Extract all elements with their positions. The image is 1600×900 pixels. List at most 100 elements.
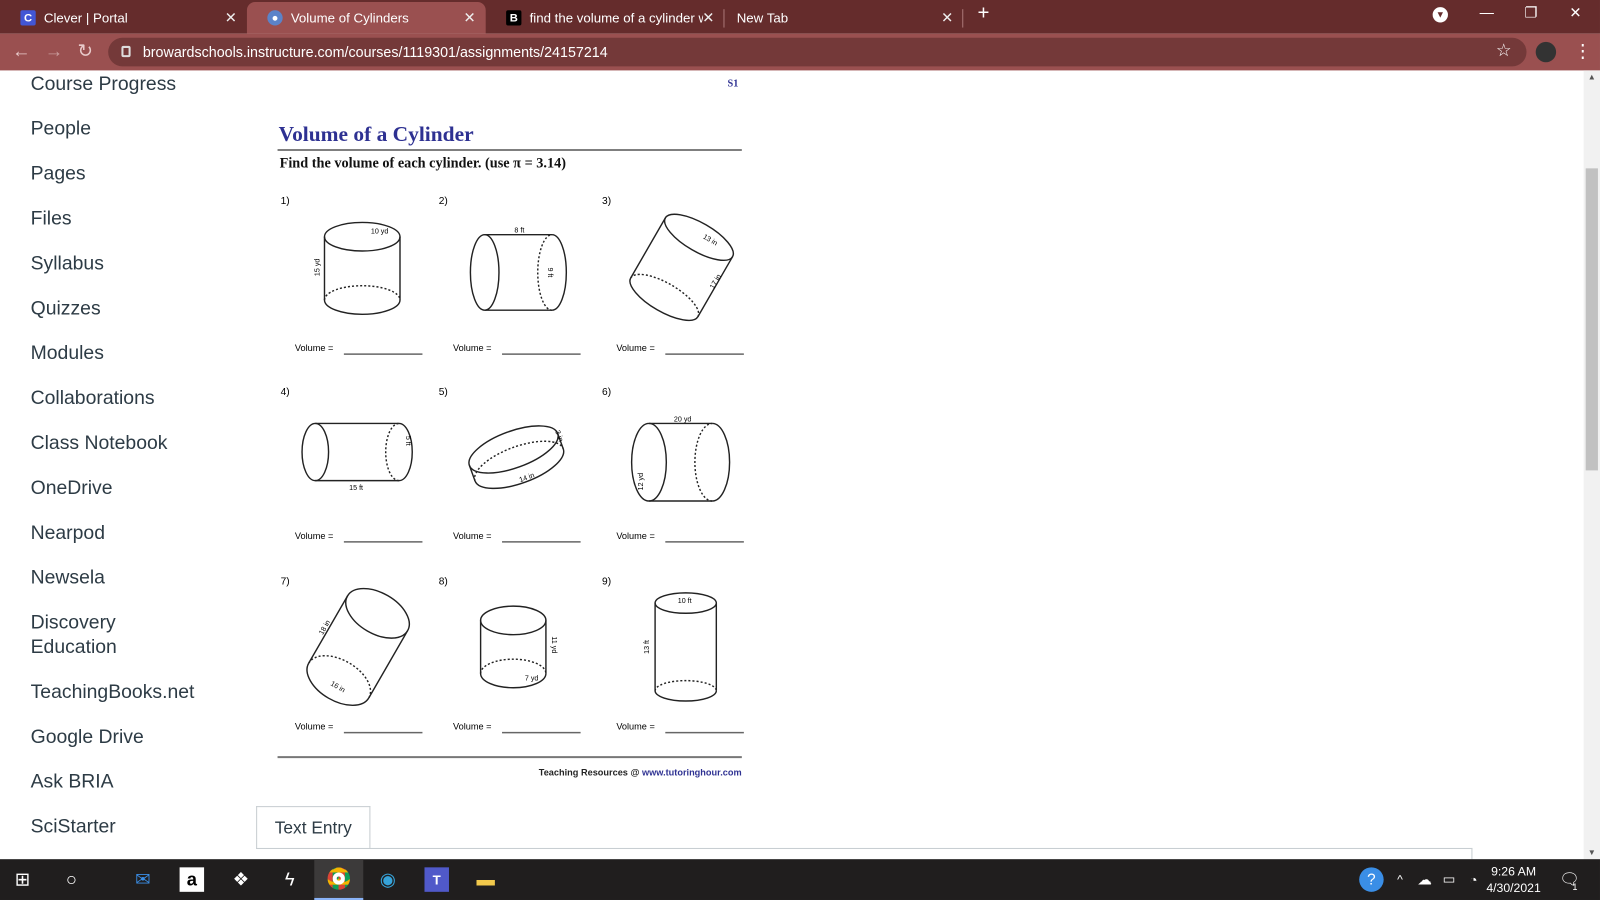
problem-number: 5) [439, 387, 448, 398]
cylinder-figure-9 [654, 592, 718, 702]
menu-icon[interactable]: ⋮ [1573, 41, 1591, 62]
dimension-label: 15 yd [313, 259, 321, 276]
file-explorer-icon[interactable]: ▬ [473, 867, 497, 891]
volume-label: Volume = [295, 722, 334, 732]
problem-number: 7) [281, 577, 290, 588]
dimension-label: 13 in [701, 233, 718, 248]
date: 4/30/2021 [1486, 880, 1541, 895]
worksheet-footer: Teaching Resources @ www.tutoringhour.co… [538, 767, 742, 778]
dimension-label: 10 ft [678, 597, 692, 605]
close-window-button[interactable]: ✕ [1569, 4, 1581, 21]
dimension-label: 17 in [708, 273, 723, 290]
forward-icon[interactable]: → [45, 41, 63, 62]
problem-number: 6) [602, 387, 611, 398]
close-tab-icon[interactable]: ✕ [941, 9, 953, 26]
problem-number: 3) [602, 196, 611, 207]
edge-icon[interactable]: ◉ [376, 867, 400, 891]
dimension-label: 9 ft [546, 267, 554, 277]
tab-label: Text Entry [274, 817, 352, 838]
minimize-button[interactable]: — [1480, 4, 1494, 20]
cylinder-figure-4 [301, 422, 413, 482]
dimension-label: 16 in [329, 680, 346, 695]
notifications-icon[interactable]: 🗨 [1557, 867, 1581, 891]
cylinder-figure-3 [629, 213, 735, 322]
windows-taskbar: ⊞ ○ ✉ a ❖ ϟ ◉ T ▬ ? ^ ☁ ▭ ◔ 9:26 AM 4/30… [0, 859, 1600, 900]
clock[interactable]: 9:26 AM 4/30/2021 [1486, 863, 1540, 896]
dimension-label: 10 yd [371, 228, 388, 236]
bookmark-star-icon[interactable]: ☆ [1496, 41, 1512, 61]
dimension-label: 7 yd [525, 675, 539, 683]
chrome-icon[interactable] [314, 859, 364, 900]
footer-link[interactable]: www.tutoringhour.com [642, 767, 742, 777]
browser-toolbar: ← → ↻ browardschools.instructure.com/cou… [0, 33, 1600, 71]
page-content: Course Progress People Pages Files Syllabus Q… [0, 70, 1584, 860]
show-hidden-icons[interactable]: ^ [1388, 867, 1412, 891]
text-entry-editor[interactable] [256, 847, 1473, 860]
dimension-label: 11 yd [550, 636, 558, 653]
dimension-label: 13 ft [643, 640, 651, 654]
scroll-up-icon[interactable]: ▲ [1588, 72, 1596, 81]
brainly-icon: B [506, 10, 522, 26]
dimension-label: 8 ft [514, 227, 524, 235]
back-icon[interactable]: ← [12, 41, 30, 62]
volume-label: Volume = [616, 722, 654, 732]
volume-label: Volume = [295, 343, 334, 353]
dimension-label: 5 ft [404, 436, 412, 446]
page-scrollbar[interactable]: ▲ ▼ [1583, 70, 1600, 860]
tab-brainly[interactable]: B find the volume of a cylinder witl ✕ [486, 2, 725, 34]
teams-icon[interactable]: T [424, 867, 449, 892]
close-tab-icon[interactable]: ✕ [225, 9, 237, 26]
notification-count: 1 [1572, 881, 1578, 892]
dropbox-icon[interactable]: ❖ [229, 867, 253, 891]
close-tab-icon[interactable]: ✕ [702, 9, 714, 26]
scrollbar-thumb[interactable] [1585, 168, 1598, 471]
start-icon[interactable]: ⊞ [10, 867, 34, 891]
address-bar[interactable]: browardschools.instructure.com/courses/1… [108, 37, 1527, 67]
mail-icon[interactable]: ✉ [131, 867, 155, 891]
problem-number: 9) [602, 577, 611, 588]
onedrive-icon[interactable]: ☁ [1412, 867, 1436, 891]
tab-title: Clever | Portal [43, 10, 128, 26]
tab-title: find the volume of a cylinder witl [529, 10, 704, 26]
restore-button[interactable]: ❐ [1524, 4, 1537, 21]
app-icon[interactable]: ϟ [278, 867, 302, 891]
tab-title: New Tab [736, 10, 789, 26]
scroll-down-icon[interactable]: ▼ [1588, 848, 1596, 857]
problem-number: 4) [281, 387, 290, 398]
problem-number: 1) [281, 196, 290, 207]
tab-text-entry[interactable]: Text Entry [256, 806, 371, 849]
reload-icon[interactable]: ↻ [78, 41, 93, 62]
volume-label: Volume = [616, 343, 654, 353]
canvas-icon: ● [267, 10, 283, 26]
lock-icon [121, 45, 131, 58]
tab-search-icon[interactable]: ▼ [1432, 7, 1448, 23]
volume-label: Volume = [453, 722, 492, 732]
dimension-label: 3 in [553, 429, 564, 443]
browser-tab-strip: C Clever | Portal ✕ ● Volume of Cylinder… [0, 0, 1600, 34]
volume-label: Volume = [295, 531, 334, 541]
battery-icon[interactable]: ▭ [1437, 867, 1461, 891]
tab-new-tab[interactable]: New Tab ✕ [724, 2, 964, 34]
cylinder-figure-5 [468, 425, 565, 490]
dimension-label: 15 ft [349, 484, 363, 492]
search-icon[interactable]: ○ [59, 867, 83, 891]
volume-label: Volume = [616, 531, 654, 541]
wifi-icon[interactable]: ◔ [1461, 867, 1485, 891]
url-text: browardschools.instructure.com/courses/1… [142, 43, 608, 61]
volume-label: Volume = [453, 531, 492, 541]
help-icon[interactable]: ? [1359, 867, 1384, 892]
new-tab-button[interactable]: + [978, 2, 990, 25]
dimension-label: 20 yd [674, 415, 691, 423]
profile-avatar[interactable] [1535, 41, 1557, 63]
tab-clever-portal[interactable]: C Clever | Portal ✕ [0, 2, 247, 34]
sidebar-item[interactable]: SciStarter [31, 815, 245, 839]
close-tab-icon[interactable]: ✕ [464, 9, 476, 26]
dimension-label: 12 yd [637, 473, 645, 490]
cylinder-figure-1 [323, 221, 401, 315]
cylinder-figure-7 [306, 587, 410, 706]
tab-volume-of-cylinders[interactable]: ● Volume of Cylinders ✕ [246, 2, 486, 34]
time: 9:26 AM [1491, 864, 1537, 879]
problem-number: 2) [439, 196, 448, 207]
volume-label: Volume = [453, 343, 492, 353]
amazon-icon[interactable]: a [179, 867, 205, 892]
